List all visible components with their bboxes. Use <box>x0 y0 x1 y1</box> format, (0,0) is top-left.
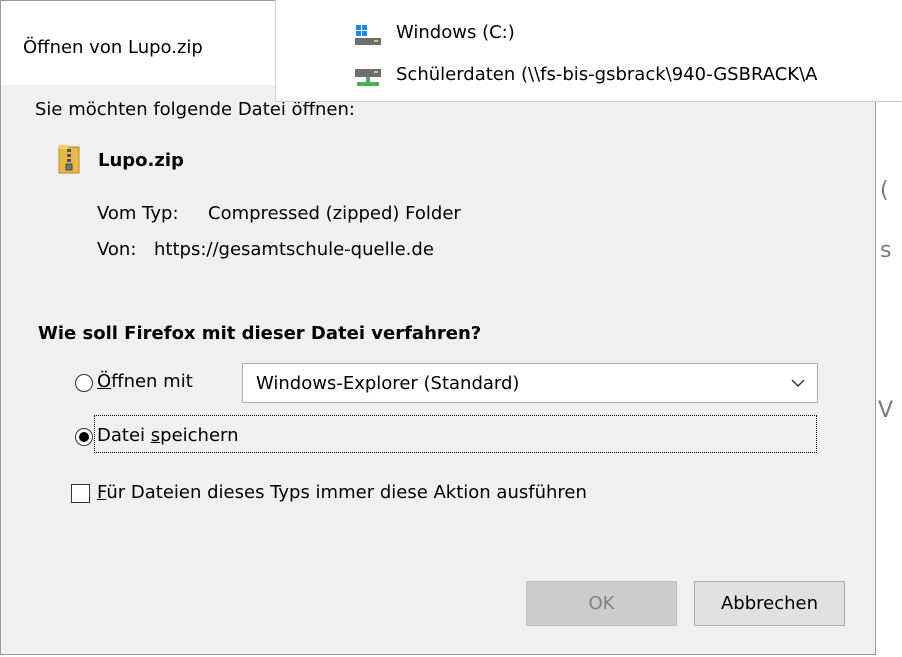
save-file-label[interactable]: Datei speichern <box>97 425 239 446</box>
action-question: Wie soll Firefox mit dieser Datei verfah… <box>38 323 482 344</box>
file-name: Lupo.zip <box>98 150 184 171</box>
file-source-value: https://gesamtschule-quelle.de <box>154 239 434 260</box>
open-with-app-select[interactable]: Windows-Explorer (Standard) <box>242 363 818 403</box>
open-with-label[interactable]: Öffnen mit <box>97 371 193 392</box>
background-text-fragment: ( <box>880 178 889 203</box>
network-drive-icon[interactable] <box>354 66 382 88</box>
windows-drive-icon[interactable] <box>354 24 382 46</box>
file-source-label: Von: <box>97 239 137 260</box>
drive-item-network[interactable]: Schülerdaten (\\fs-bis-gsbrack\940-GSBRA… <box>396 64 817 85</box>
dialog-title: Öffnen von Lupo.zip <box>23 37 203 58</box>
chevron-down-icon <box>791 379 805 387</box>
open-with-selected-app: Windows-Explorer (Standard) <box>256 373 520 394</box>
open-with-radio[interactable] <box>75 374 93 392</box>
background-text-fragment: s <box>880 238 892 263</box>
drive-item-windows[interactable]: Windows (C:) <box>396 22 515 43</box>
file-type-label: Vom Typ: <box>97 203 179 224</box>
background-text-fragment: V <box>878 398 894 423</box>
always-action-label[interactable]: Für Dateien dieses Typs immer diese Akti… <box>97 482 587 503</box>
ok-button[interactable]: OK <box>526 581 677 626</box>
always-action-checkbox[interactable] <box>71 484 90 503</box>
save-file-radio[interactable] <box>75 428 93 446</box>
drive-list-popup: Windows (C:) Schülerdaten (\\fs-bis-gsbr… <box>275 0 902 102</box>
file-type-value: Compressed (zipped) Folder <box>208 203 461 224</box>
cancel-button[interactable]: Abbrechen <box>694 581 845 626</box>
dialog-intro-text: Sie möchten folgende Datei öffnen: <box>35 99 355 120</box>
zip-folder-icon <box>58 145 80 174</box>
